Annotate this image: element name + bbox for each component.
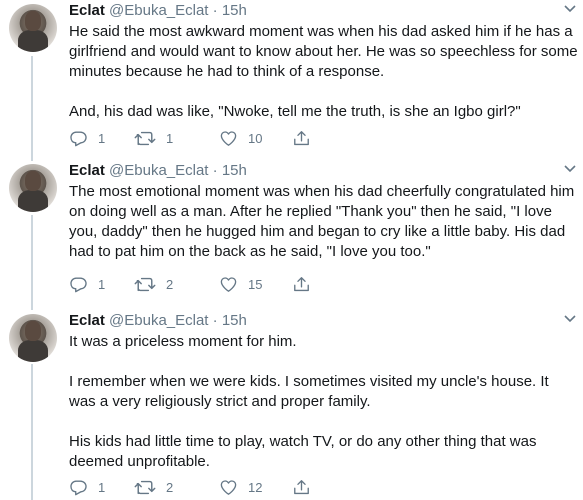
heart-icon bbox=[220, 479, 237, 495]
like-button[interactable]: 15 bbox=[219, 274, 262, 294]
share-button[interactable] bbox=[292, 477, 311, 497]
reply-icon bbox=[70, 276, 87, 292]
reply-icon bbox=[70, 130, 87, 146]
avatar[interactable] bbox=[9, 314, 57, 362]
tweet[interactable]: Eclat @Ebuka_Eclat · 15h He said the mos… bbox=[0, 0, 583, 160]
chevron-down-icon[interactable] bbox=[563, 4, 577, 14]
timestamp[interactable]: 15h bbox=[222, 162, 247, 179]
reply-button[interactable]: 1 bbox=[69, 128, 105, 148]
tweet-actions: 1 1 10 bbox=[69, 128, 329, 148]
retweet-icon bbox=[134, 480, 156, 494]
tweet[interactable]: Eclat @Ebuka_Eclat · 15h The most emotio… bbox=[0, 160, 583, 310]
tweet-text: The most emotional moment was when his d… bbox=[69, 182, 579, 262]
retweet-count: 2 bbox=[166, 276, 174, 292]
heart-icon bbox=[220, 276, 237, 292]
retweet-button[interactable]: 2 bbox=[134, 477, 173, 497]
user-handle[interactable]: @Ebuka_Eclat bbox=[109, 2, 208, 19]
tweet[interactable]: Eclat @Ebuka_Eclat · 15h It was a pricel… bbox=[0, 310, 583, 500]
reply-icon bbox=[70, 479, 87, 495]
tweet-paragraph: It was a priceless moment for him. bbox=[69, 333, 297, 350]
retweet-count: 1 bbox=[166, 130, 174, 146]
user-handle[interactable]: @Ebuka_Eclat bbox=[109, 312, 208, 329]
retweet-icon bbox=[134, 277, 156, 291]
like-button[interactable]: 10 bbox=[219, 128, 262, 148]
tweet-paragraph: The most emotional moment was when his d… bbox=[69, 183, 575, 260]
tweet-text: He said the most awkward moment was when… bbox=[69, 22, 579, 122]
share-button[interactable] bbox=[292, 128, 311, 148]
share-icon bbox=[294, 276, 309, 291]
reply-button[interactable]: 1 bbox=[69, 274, 105, 294]
reply-count: 1 bbox=[98, 130, 106, 146]
share-icon bbox=[294, 130, 309, 145]
avatar[interactable] bbox=[9, 164, 57, 212]
heart-icon bbox=[220, 130, 237, 146]
chevron-down-icon[interactable] bbox=[563, 164, 577, 174]
share-icon bbox=[294, 479, 309, 494]
tweet-text: It was a priceless moment for him. I rem… bbox=[69, 332, 579, 472]
tweet-paragraph: I remember when we were kids. I sometime… bbox=[69, 373, 549, 410]
tweet-actions: 1 2 15 bbox=[69, 274, 329, 294]
timestamp[interactable]: 15h bbox=[222, 2, 247, 19]
separator: · bbox=[212, 2, 218, 19]
display-name[interactable]: Eclat bbox=[69, 162, 105, 179]
like-count: 12 bbox=[248, 479, 263, 495]
reply-count: 1 bbox=[98, 276, 106, 292]
tweet-paragraph: His kids had little time to play, watch … bbox=[69, 433, 537, 470]
like-button[interactable]: 12 bbox=[219, 477, 262, 497]
chevron-down-icon[interactable] bbox=[563, 314, 577, 324]
tweet-actions: 1 2 12 bbox=[69, 477, 329, 497]
retweet-button[interactable]: 2 bbox=[134, 274, 173, 294]
like-count: 15 bbox=[248, 276, 263, 292]
tweet-header: Eclat @Ebuka_Eclat · 15h bbox=[69, 2, 247, 20]
reply-button[interactable]: 1 bbox=[69, 477, 105, 497]
separator: · bbox=[212, 312, 218, 329]
avatar[interactable] bbox=[9, 4, 57, 52]
reply-count: 1 bbox=[98, 479, 106, 495]
retweet-count: 2 bbox=[166, 479, 174, 495]
tweet-header: Eclat @Ebuka_Eclat · 15h bbox=[69, 312, 247, 330]
tweet-paragraph: And, his dad was like, "Nwoke, tell me t… bbox=[69, 103, 521, 120]
separator: · bbox=[212, 162, 218, 179]
tweet-paragraph: He said the most awkward moment was when… bbox=[69, 23, 578, 80]
tweet-header: Eclat @Ebuka_Eclat · 15h bbox=[69, 162, 247, 180]
share-button[interactable] bbox=[292, 274, 311, 294]
display-name[interactable]: Eclat bbox=[69, 312, 105, 329]
timestamp[interactable]: 15h bbox=[222, 312, 247, 329]
retweet-icon bbox=[134, 131, 156, 145]
retweet-button[interactable]: 1 bbox=[134, 128, 173, 148]
like-count: 10 bbox=[248, 130, 263, 146]
display-name[interactable]: Eclat bbox=[69, 2, 105, 19]
user-handle[interactable]: @Ebuka_Eclat bbox=[109, 162, 208, 179]
